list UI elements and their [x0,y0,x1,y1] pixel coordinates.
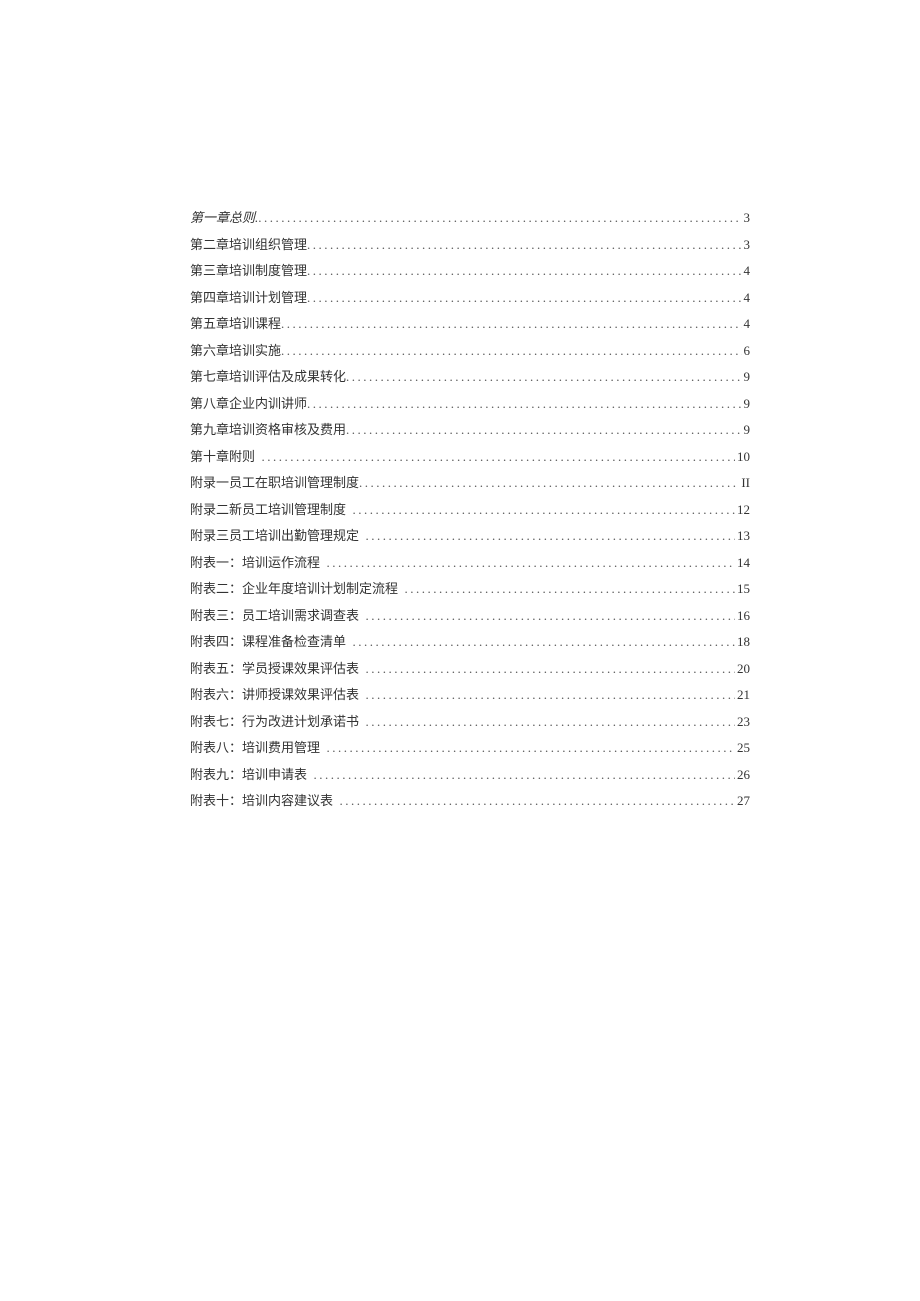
toc-entry-page: 13 [735,523,750,550]
toc-entry-page: 20 [735,656,750,683]
toc-entry-page: 9 [742,364,751,391]
toc-entry-title: 附表十：培训内容建议表 [190,788,333,815]
toc-leader-dots [366,656,735,683]
toc-leader-dots [307,258,741,285]
toc-leader-dots [327,550,735,577]
toc-entry-title: 第四章培训计划管理 [190,285,307,312]
toc-leader-dots [307,232,741,259]
toc-leader-dots [346,364,741,391]
table-of-contents: 第一章总则.3第二章培训组织管理3第三章培训制度管理4第四章培训计划管理4第五章… [190,205,750,815]
toc-entry: 附表八：培训费用管理 25 [190,735,750,762]
toc-entry: 第八章企业内训讲师 9 [190,391,750,418]
toc-entry-page: 25 [735,735,750,762]
toc-entry-page: 23 [735,709,750,736]
toc-entry: 第一章总则. 3 [190,205,750,232]
toc-entry-title: 第六章培训实施 [190,338,281,365]
toc-entry-page: 9 [742,417,751,444]
toc-entry-page: 12 [735,497,750,524]
toc-entry-page: 16 [735,603,750,630]
toc-entry-page: 4 [742,258,751,285]
toc-leader-dots [353,497,735,524]
toc-entry-title: 附表六：讲师授课效果评估表 [190,682,359,709]
toc-entry-title: 第九章培训资格审核及费用 [190,417,346,444]
toc-entry-page: 21 [735,682,750,709]
toc-entry-title: 第十章附则 [190,444,255,471]
toc-entry-title: 第三章培训制度管理 [190,258,307,285]
toc-entry-title: 第二章培训组织管理 [190,232,307,259]
toc-leader-dots [405,576,735,603]
toc-leader-dots [366,682,735,709]
toc-entry: 附录三员工培训出勤管理规定 13 [190,523,750,550]
toc-leader-dots [281,338,741,365]
toc-entry-title: 附表九：培训申请表 [190,762,307,789]
toc-entry: 第四章培训计划管理 4 [190,285,750,312]
toc-entry-title: 附表四：课程准备检查清单 [190,629,346,656]
toc-entry: 附表四：课程准备检查清单 18 [190,629,750,656]
toc-entry-page: 27 [735,788,750,815]
toc-entry-title: 第一章总则. [190,205,258,232]
toc-entry-page: 9 [742,391,751,418]
toc-entry-page: 10 [735,444,750,471]
toc-entry-title: 附表七：行为改进计划承诺书 [190,709,359,736]
toc-entry: 附表一：培训运作流程 14 [190,550,750,577]
toc-entry-title: 附表三：员工培训需求调查表 [190,603,359,630]
toc-entry-page: 6 [742,338,751,365]
toc-leader-dots [366,523,735,550]
toc-entry-title: 第七章培训评估及成果转化 [190,364,346,391]
toc-entry: 附录二新员工培训管理制度 12 [190,497,750,524]
toc-entry-title: 附表八：培训费用管理 [190,735,320,762]
toc-entry: 第七章培训评估及成果转化 9 [190,364,750,391]
toc-entry: 第二章培训组织管理 3 [190,232,750,259]
toc-entry-page: 15 [735,576,750,603]
toc-entry: 附录一员工在职培训管理制度 II [190,470,750,497]
toc-leader-dots [307,391,741,418]
toc-leader-dots [346,417,741,444]
toc-entry-page: 3 [742,232,751,259]
toc-entry-title: 第八章企业内训讲师 [190,391,307,418]
toc-leader-dots [353,629,735,656]
toc-entry: 附表二：企业年度培训计划制定流程 15 [190,576,750,603]
toc-entry-title: 附表二：企业年度培训计划制定流程 [190,576,398,603]
toc-leader-dots [262,444,735,471]
toc-entry: 附表七：行为改进计划承诺书 23 [190,709,750,736]
toc-entry-page: 18 [735,629,750,656]
toc-leader-dots [307,285,741,312]
toc-leader-dots [340,788,735,815]
toc-entry: 第九章培训资格审核及费用 9 [190,417,750,444]
toc-entry: 附表三：员工培训需求调查表 16 [190,603,750,630]
toc-entry-title: 附表一：培训运作流程 [190,550,320,577]
toc-entry: 附表六：讲师授课效果评估表 21 [190,682,750,709]
toc-entry: 附表九：培训申请表 26 [190,762,750,789]
toc-entry: 第三章培训制度管理 4 [190,258,750,285]
toc-leader-dots [281,311,741,338]
toc-leader-dots [314,762,735,789]
toc-entry-page: 26 [735,762,750,789]
toc-entry-title: 附录三员工培训出勤管理规定 [190,523,359,550]
toc-entry: 附表五：学员授课效果评估表 20 [190,656,750,683]
toc-entry-title: 附表五：学员授课效果评估表 [190,656,359,683]
toc-entry-title: 第五章培训课程 [190,311,281,338]
toc-leader-dots [366,709,735,736]
toc-entry-page: 3 [742,205,751,232]
toc-entry: 第六章培训实施 6 [190,338,750,365]
toc-entry: 第五章培训课程 4 [190,311,750,338]
toc-leader-dots [327,735,735,762]
toc-entry-page: II [739,470,750,497]
toc-leader-dots [258,205,741,232]
toc-entry: 附表十：培训内容建议表 27 [190,788,750,815]
toc-entry-page: 14 [735,550,750,577]
toc-entry-page: 4 [742,311,751,338]
toc-entry: 第十章附则 10 [190,444,750,471]
toc-entry-title: 附录一员工在职培训管理制度 [190,470,359,497]
toc-leader-dots [359,470,739,497]
toc-entry-page: 4 [742,285,751,312]
toc-entry-title: 附录二新员工培训管理制度 [190,497,346,524]
toc-leader-dots [366,603,735,630]
